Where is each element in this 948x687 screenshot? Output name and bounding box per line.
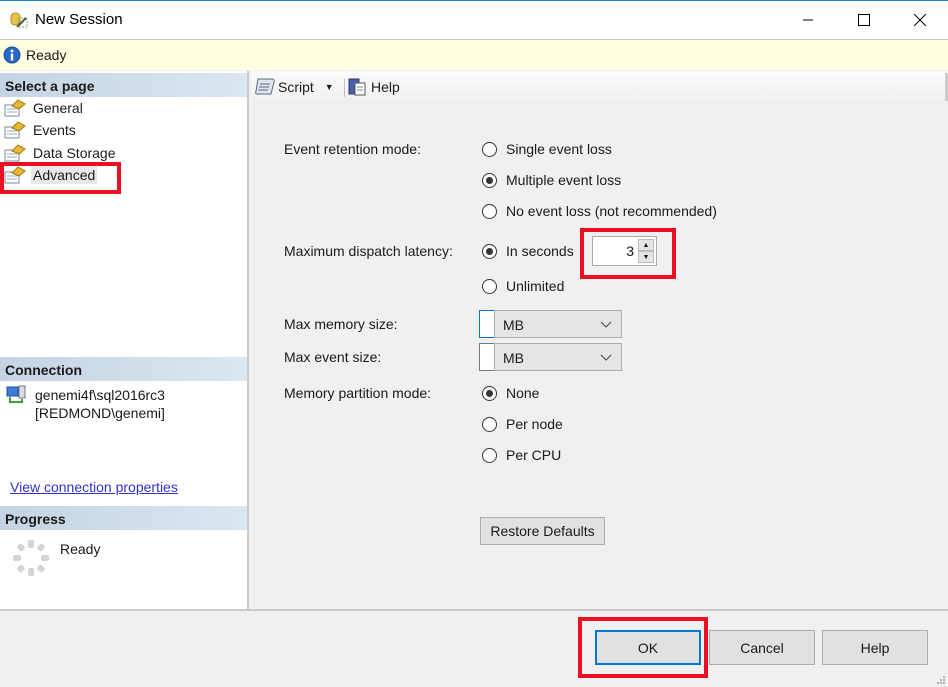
radio-indicator — [482, 447, 497, 463]
radio-label: No event loss (not recommended) — [506, 203, 717, 219]
radio-indicator — [482, 278, 497, 294]
page-label: Events — [33, 122, 76, 138]
page-icon — [4, 121, 26, 139]
page-item-data-storage[interactable]: Data Storage — [4, 142, 118, 164]
latency-seconds-spinner[interactable]: 3 ▲ ▼ — [592, 236, 657, 266]
toolbar: Script ▼ Help — [251, 71, 948, 104]
help-book-icon — [348, 78, 366, 96]
help-toolbar-button[interactable]: Help — [347, 77, 400, 97]
radio-indicator — [482, 385, 497, 401]
radio-label: None — [506, 385, 540, 401]
chevron-down-icon — [600, 321, 612, 328]
script-button[interactable]: Script ▼ — [254, 77, 334, 97]
footer-divider — [0, 609, 948, 611]
radio-label: Per node — [506, 416, 563, 432]
resize-grip-icon[interactable] — [936, 675, 946, 685]
help-label: Help — [371, 79, 400, 95]
cancel-button[interactable]: Cancel — [709, 630, 815, 665]
radio-indicator — [482, 416, 497, 432]
radio-unlimited[interactable]: Unlimited — [482, 278, 564, 294]
status-infobar: Ready — [0, 39, 948, 70]
status-text: Ready — [26, 47, 67, 63]
radio-multiple-event-loss[interactable]: Multiple event loss — [482, 172, 621, 188]
maximize-button[interactable] — [841, 1, 887, 39]
ok-button[interactable]: OK — [595, 630, 701, 665]
radio-label: Per CPU — [506, 447, 562, 463]
script-icon — [255, 78, 275, 95]
max-memory-unit-select[interactable]: MB — [494, 310, 622, 338]
progress-spinner-icon — [13, 540, 49, 576]
max-event-label: Max event size: — [284, 349, 382, 365]
connection-header: Connection — [0, 357, 247, 381]
page-label: Advanced — [31, 166, 98, 184]
page-label: Data Storage — [33, 145, 116, 161]
radio-partition-per-cpu[interactable]: Per CPU — [482, 447, 561, 463]
radio-indicator — [482, 203, 497, 219]
progress-status: Ready — [60, 541, 101, 557]
minimize-icon — [803, 19, 813, 21]
view-connection-properties-link[interactable]: View connection properties — [10, 479, 178, 495]
close-button[interactable] — [897, 1, 943, 39]
latency-seconds-value: 3 — [626, 243, 634, 259]
page-icon — [4, 144, 26, 162]
minimize-button[interactable] — [785, 1, 831, 39]
radio-label: Multiple event loss — [506, 172, 622, 188]
restore-defaults-button[interactable]: Restore Defaults — [480, 517, 605, 545]
info-icon — [3, 46, 21, 64]
maximize-icon — [858, 14, 870, 26]
max-memory-label: Max memory size: — [284, 316, 398, 332]
radio-single-event-loss[interactable]: Single event loss — [482, 141, 612, 157]
max-event-unit-select[interactable]: MB — [494, 343, 622, 371]
spin-down-icon[interactable]: ▼ — [638, 251, 654, 263]
window-title: New Session — [35, 11, 123, 28]
help-button[interactable]: Help — [822, 630, 928, 665]
page-item-events[interactable]: Events — [4, 119, 78, 141]
left-panel: Select a page General Events Data Storag… — [0, 71, 249, 609]
page-item-general[interactable]: General — [4, 97, 85, 119]
session-app-icon — [10, 12, 28, 28]
radio-in-seconds[interactable]: In seconds — [482, 243, 574, 259]
radio-partition-none[interactable]: None — [482, 385, 539, 401]
memory-partition-label: Memory partition mode: — [284, 385, 432, 401]
page-icon — [4, 99, 26, 117]
radio-label: Unlimited — [506, 278, 565, 294]
connection-server: genemi4f\sql2016rc3 — [35, 387, 165, 403]
page-item-advanced[interactable]: Advanced — [4, 164, 98, 186]
progress-header: Progress — [0, 506, 247, 530]
toolbar-separator — [344, 79, 345, 97]
max-memory-unit-value: MB — [503, 317, 524, 333]
radio-no-event-loss[interactable]: No event loss (not recommended) — [482, 203, 717, 219]
select-page-header: Select a page — [0, 73, 247, 97]
dispatch-latency-label: Maximum dispatch latency: — [284, 243, 453, 259]
page-icon — [4, 166, 26, 184]
page-label: General — [33, 100, 83, 116]
radio-indicator — [482, 141, 497, 157]
chevron-down-icon — [600, 354, 612, 361]
radio-partition-per-node[interactable]: Per node — [482, 416, 563, 432]
radio-label: In seconds — [506, 243, 574, 259]
spin-up-icon[interactable]: ▲ — [638, 239, 654, 251]
event-retention-label: Event retention mode: — [284, 141, 421, 157]
script-label: Script — [278, 79, 314, 95]
connection-user: [REDMOND\genemi] — [35, 405, 165, 421]
radio-label: Single event loss — [506, 141, 612, 157]
close-icon — [914, 14, 926, 26]
radio-indicator — [482, 243, 497, 259]
title-bar: New Session — [0, 0, 948, 39]
script-dropdown-arrow-icon[interactable]: ▼ — [325, 82, 334, 92]
radio-indicator — [482, 172, 497, 188]
connection-info: genemi4f\sql2016rc3 [REDMOND\genemi] — [35, 386, 165, 422]
server-connection-icon — [6, 385, 26, 403]
max-event-unit-value: MB — [503, 350, 524, 366]
